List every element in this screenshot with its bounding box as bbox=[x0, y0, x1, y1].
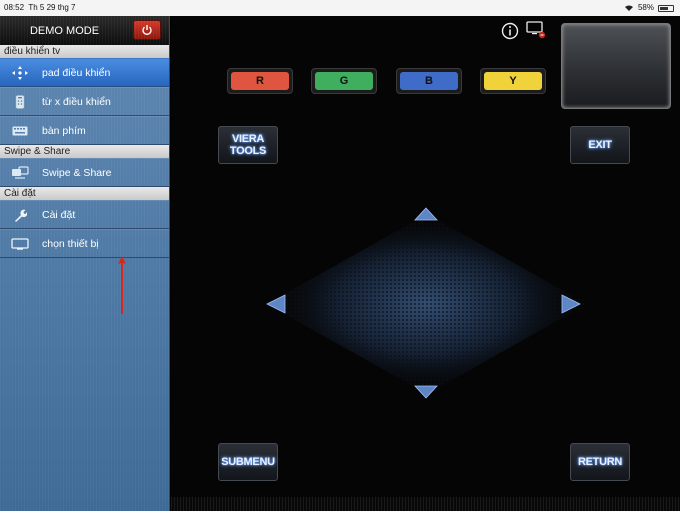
sidebar: DEMO MODE điều khiển tv pad điều khiển t… bbox=[0, 16, 170, 511]
sidebar-item-label: pad điều khiển bbox=[42, 66, 111, 79]
battery-icon bbox=[658, 4, 674, 12]
sidebar-item-select-device[interactable]: chọn thiết bị bbox=[0, 229, 169, 258]
tv-monitor-icon bbox=[11, 237, 29, 251]
section-title-tv-control: điều khiển tv bbox=[0, 45, 169, 58]
exit-button[interactable]: EXIT bbox=[570, 126, 630, 164]
submenu-button[interactable]: SUBMENU bbox=[218, 443, 278, 481]
status-date: Th 5 29 thg 7 bbox=[28, 3, 76, 12]
section-title-swipe-share: Swipe & Share bbox=[0, 145, 169, 158]
screen-mirror-button[interactable] bbox=[526, 20, 548, 45]
sidebar-item-keyboard[interactable]: bàn phím bbox=[0, 116, 169, 145]
green-button[interactable]: G bbox=[311, 68, 377, 94]
power-button[interactable] bbox=[133, 20, 161, 40]
yellow-button-label: Y bbox=[484, 72, 542, 90]
tv-preview-screen[interactable] bbox=[561, 23, 671, 109]
dpad-icon bbox=[11, 65, 29, 80]
sidebar-item-settings[interactable]: Cài đặt bbox=[0, 200, 169, 229]
arrow-left-icon[interactable] bbox=[265, 293, 287, 315]
status-time: 08:52 bbox=[4, 3, 25, 12]
screen-mirror-icon bbox=[526, 21, 546, 39]
battery-percent: 58% bbox=[637, 3, 654, 12]
viera-tools-button[interactable]: VIERA TOOLS bbox=[218, 126, 278, 164]
arrow-right-icon[interactable] bbox=[560, 293, 582, 315]
power-icon bbox=[142, 25, 152, 36]
section-title-settings: Cài đặt bbox=[0, 187, 169, 200]
sidebar-item-label: từ x điều khiển bbox=[42, 95, 111, 108]
arrow-up-icon[interactable] bbox=[413, 206, 439, 222]
touch-pad[interactable] bbox=[257, 206, 597, 402]
red-button[interactable]: R bbox=[227, 68, 293, 94]
info-icon bbox=[501, 22, 519, 40]
green-button-label: G bbox=[315, 72, 373, 90]
wifi-icon bbox=[624, 5, 633, 11]
remote-main-panel: R G B Y VIERA TOOLS EXIT SUBMENU RETURN bbox=[171, 16, 680, 511]
blue-button-label: B bbox=[400, 72, 458, 90]
swipe-share-icon bbox=[11, 165, 29, 180]
sidebar-item-control-pad[interactable]: pad điều khiển bbox=[0, 58, 169, 87]
yellow-button[interactable]: Y bbox=[480, 68, 546, 94]
sidebar-item-label: bàn phím bbox=[42, 124, 86, 137]
info-button[interactable] bbox=[501, 22, 519, 45]
sidebar-header: DEMO MODE bbox=[0, 16, 169, 45]
status-bar: 08:52 Th 5 29 thg 7 58% bbox=[0, 0, 680, 16]
demo-mode-title: DEMO MODE bbox=[29, 24, 100, 37]
blue-button[interactable]: B bbox=[396, 68, 462, 94]
sidebar-item-label: Swipe & Share bbox=[42, 166, 112, 179]
red-button-label: R bbox=[231, 72, 289, 90]
return-button[interactable]: RETURN bbox=[570, 443, 630, 481]
remote-icon bbox=[11, 94, 29, 109]
keyboard-icon bbox=[11, 124, 29, 138]
annotation-arrow-icon bbox=[118, 256, 126, 314]
sidebar-item-remote[interactable]: từ x điều khiển bbox=[0, 87, 169, 116]
arrow-down-icon[interactable] bbox=[413, 384, 439, 400]
sidebar-item-swipe-share[interactable]: Swipe & Share bbox=[0, 158, 169, 187]
status-right: 58% bbox=[624, 0, 674, 16]
sidebar-item-label: Cài đặt bbox=[42, 208, 76, 221]
bottom-texture bbox=[171, 497, 680, 511]
wrench-icon bbox=[11, 208, 29, 222]
sidebar-item-label: chọn thiết bị bbox=[42, 237, 99, 250]
status-time-date: 08:52 Th 5 29 thg 7 bbox=[4, 0, 76, 16]
